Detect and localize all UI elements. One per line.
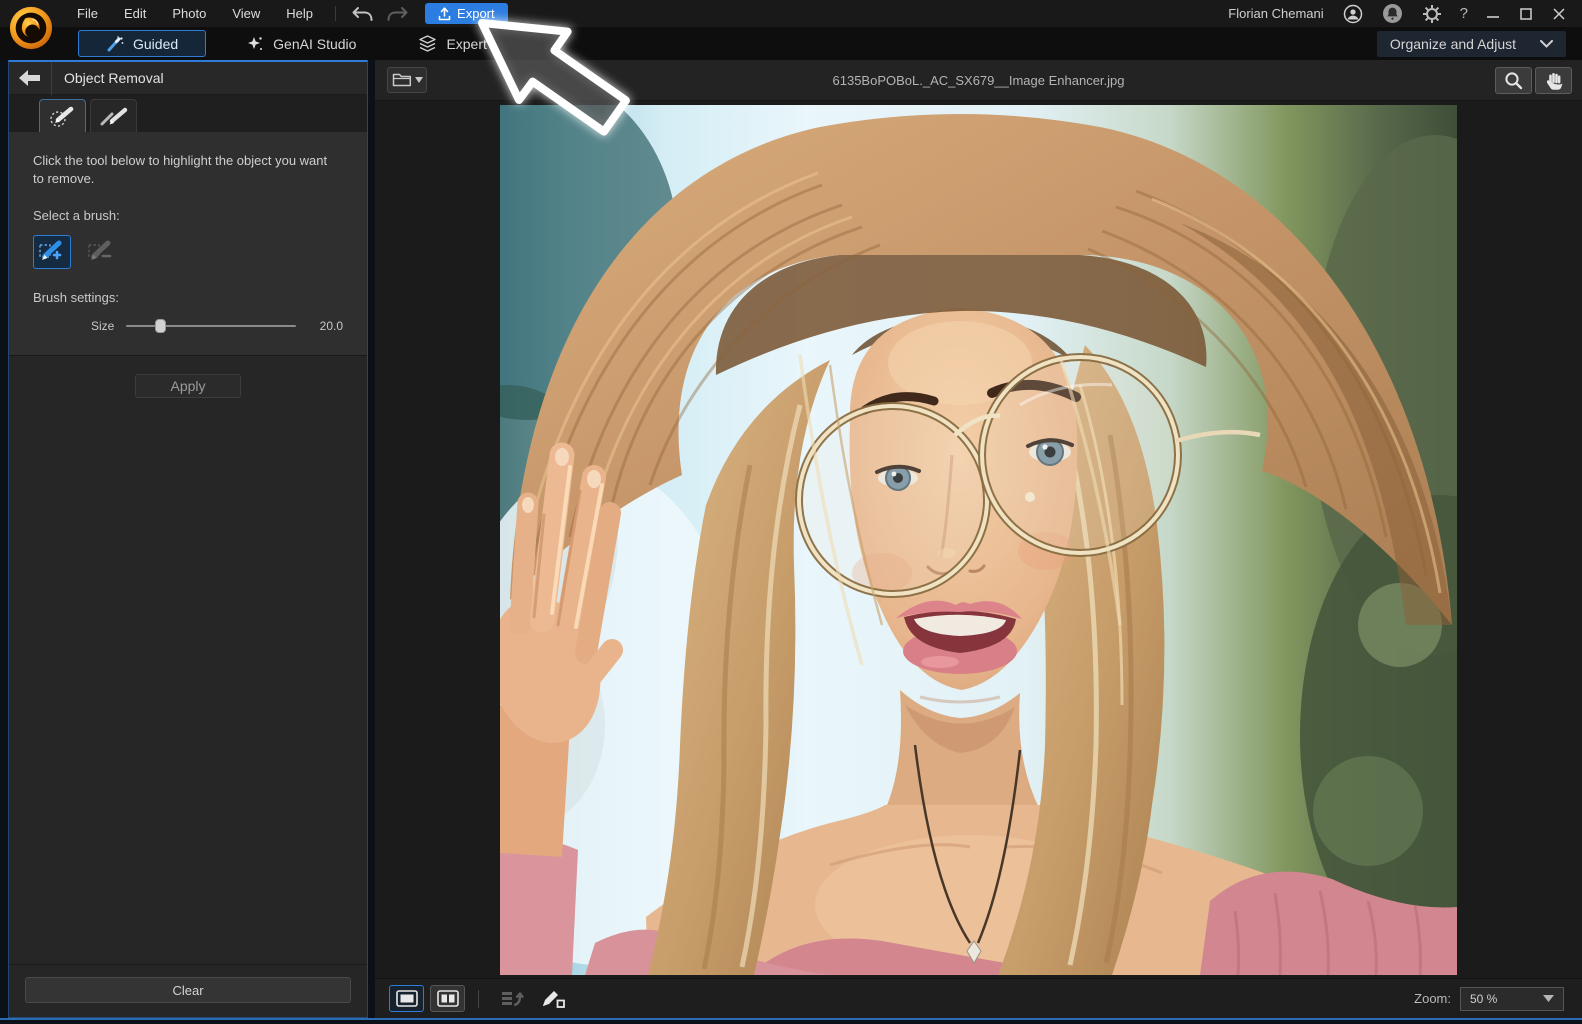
redo-button[interactable] — [380, 0, 415, 27]
canvas-bottombar: Zoom: 50 % — [375, 978, 1582, 1018]
area-brush-icon — [48, 105, 78, 127]
tab-genai-studio[interactable]: GenAI Studio — [236, 30, 366, 57]
settings-button[interactable] — [1416, 0, 1448, 27]
titlebar-right: Florian Chemani — [1228, 0, 1582, 27]
minimize-icon — [1487, 9, 1499, 19]
magic-wand-icon — [106, 36, 124, 52]
help-button[interactable]: ? — [1455, 5, 1473, 22]
subtract-brush-button[interactable] — [82, 235, 120, 269]
brush-settings-label: Brush settings: — [33, 290, 343, 305]
size-label: Size — [91, 319, 114, 333]
canvas-area: 6135BoPOBoL._AC_SX679__Image Enhancer.jp… — [375, 60, 1582, 1018]
menu-photo[interactable]: Photo — [159, 0, 219, 27]
chevron-down-icon — [1540, 40, 1553, 48]
window-minimize-button[interactable] — [1480, 3, 1506, 25]
zoom-level-value: 50 % — [1470, 992, 1497, 1006]
clear-area: Clear — [9, 964, 367, 1017]
workspace-dropdown[interactable]: Organize and Adjust — [1377, 31, 1566, 57]
pencil-square-icon — [540, 989, 566, 1009]
compare-view-icon — [437, 990, 459, 1007]
window-bottom-accent — [0, 1018, 1582, 1020]
tab-genai-label: GenAI Studio — [273, 36, 356, 52]
close-icon — [1553, 8, 1565, 20]
size-slider[interactable] — [126, 325, 296, 327]
add-brush-button[interactable] — [33, 235, 71, 269]
triangle-down-icon — [1543, 995, 1554, 1002]
folder-menu-button[interactable] — [387, 67, 427, 93]
zoom-level-dropdown[interactable]: 50 % — [1460, 987, 1564, 1011]
workspace-dropdown-label: Organize and Adjust — [1390, 36, 1516, 52]
panel-tabstrip — [9, 95, 367, 132]
window-close-button[interactable] — [1546, 3, 1572, 25]
edit-mask-button[interactable] — [532, 989, 574, 1009]
compare-view-button[interactable] — [430, 985, 465, 1012]
add-brush-icon — [37, 239, 67, 265]
zoom-controls: Zoom: 50 % — [1414, 987, 1568, 1011]
tool-section: Click the tool below to highlight the ob… — [9, 132, 367, 356]
export-icon — [438, 7, 451, 21]
menu-edit[interactable]: Edit — [111, 0, 159, 27]
apply-area: Apply — [9, 356, 367, 398]
panel-filler — [9, 398, 367, 964]
tab-guided[interactable]: Guided — [78, 30, 206, 57]
gear-icon — [1422, 4, 1442, 24]
panel-header: Object Removal — [9, 62, 367, 95]
canvas-nav-tools — [1495, 67, 1572, 94]
modebar: Guided GenAI Studio Expert Organize and … — [0, 27, 1582, 60]
single-view-icon — [396, 990, 418, 1007]
folder-icon — [392, 72, 412, 88]
batch-apply-button[interactable] — [492, 989, 532, 1009]
subtract-brush-icon — [86, 239, 116, 265]
window-maximize-button[interactable] — [1513, 3, 1539, 25]
redo-icon — [386, 6, 409, 22]
portrait-image — [500, 105, 1457, 975]
clear-button[interactable]: Clear — [25, 977, 351, 1003]
layers-icon — [418, 35, 437, 52]
body-row: Object Removal — [0, 60, 1582, 1018]
maximize-icon — [1520, 8, 1532, 20]
undo-button[interactable] — [345, 0, 380, 27]
window-left-gutter — [0, 60, 8, 1018]
undo-icon — [351, 6, 374, 22]
app-logo-icon[interactable] — [8, 5, 54, 51]
magnifier-icon — [1504, 71, 1523, 90]
size-slider-row: Size 20.0 — [33, 319, 343, 333]
tab-line-brush[interactable] — [90, 99, 137, 132]
zoom-tool-button[interactable] — [1495, 67, 1532, 94]
back-arrow-icon — [18, 69, 42, 87]
size-slider-thumb[interactable] — [155, 319, 166, 333]
app-window: File Edit Photo View Help Export Flo — [0, 0, 1582, 1024]
titlebar: File Edit Photo View Help Export Flo — [0, 0, 1582, 27]
triangle-down-icon — [415, 77, 423, 83]
brush-buttons — [33, 235, 343, 269]
line-brush-icon — [99, 105, 129, 127]
pan-tool-button[interactable] — [1535, 67, 1572, 94]
single-view-button[interactable] — [389, 985, 424, 1012]
person-circle-icon — [1343, 4, 1363, 24]
bell-icon — [1382, 3, 1403, 24]
sparkle-icon — [246, 35, 264, 53]
size-value: 20.0 — [320, 319, 343, 333]
batch-apply-icon — [500, 989, 524, 1009]
panel-title: Object Removal — [52, 70, 164, 86]
menu-file[interactable]: File — [64, 0, 111, 27]
user-name: Florian Chemani — [1228, 6, 1323, 21]
zoom-label: Zoom: — [1414, 991, 1451, 1006]
tab-guided-label: Guided — [133, 36, 178, 52]
instruction-text: Click the tool below to highlight the ob… — [33, 152, 335, 187]
account-button[interactable] — [1337, 0, 1369, 27]
tab-area-brush[interactable] — [39, 99, 86, 132]
menu-help[interactable]: Help — [273, 0, 326, 27]
back-button[interactable] — [9, 62, 51, 95]
select-brush-label: Select a brush: — [33, 208, 343, 223]
bottombar-separator — [478, 990, 479, 1008]
annotation-arrow-pointing-at-export — [452, 6, 642, 146]
apply-button[interactable]: Apply — [135, 374, 241, 398]
titlebar-separator — [335, 6, 336, 21]
menu-view[interactable]: View — [219, 0, 273, 27]
image-viewport[interactable] — [375, 101, 1582, 978]
object-removal-panel: Object Removal — [8, 60, 368, 1018]
notifications-button[interactable] — [1376, 0, 1409, 27]
hand-icon — [1545, 71, 1563, 90]
